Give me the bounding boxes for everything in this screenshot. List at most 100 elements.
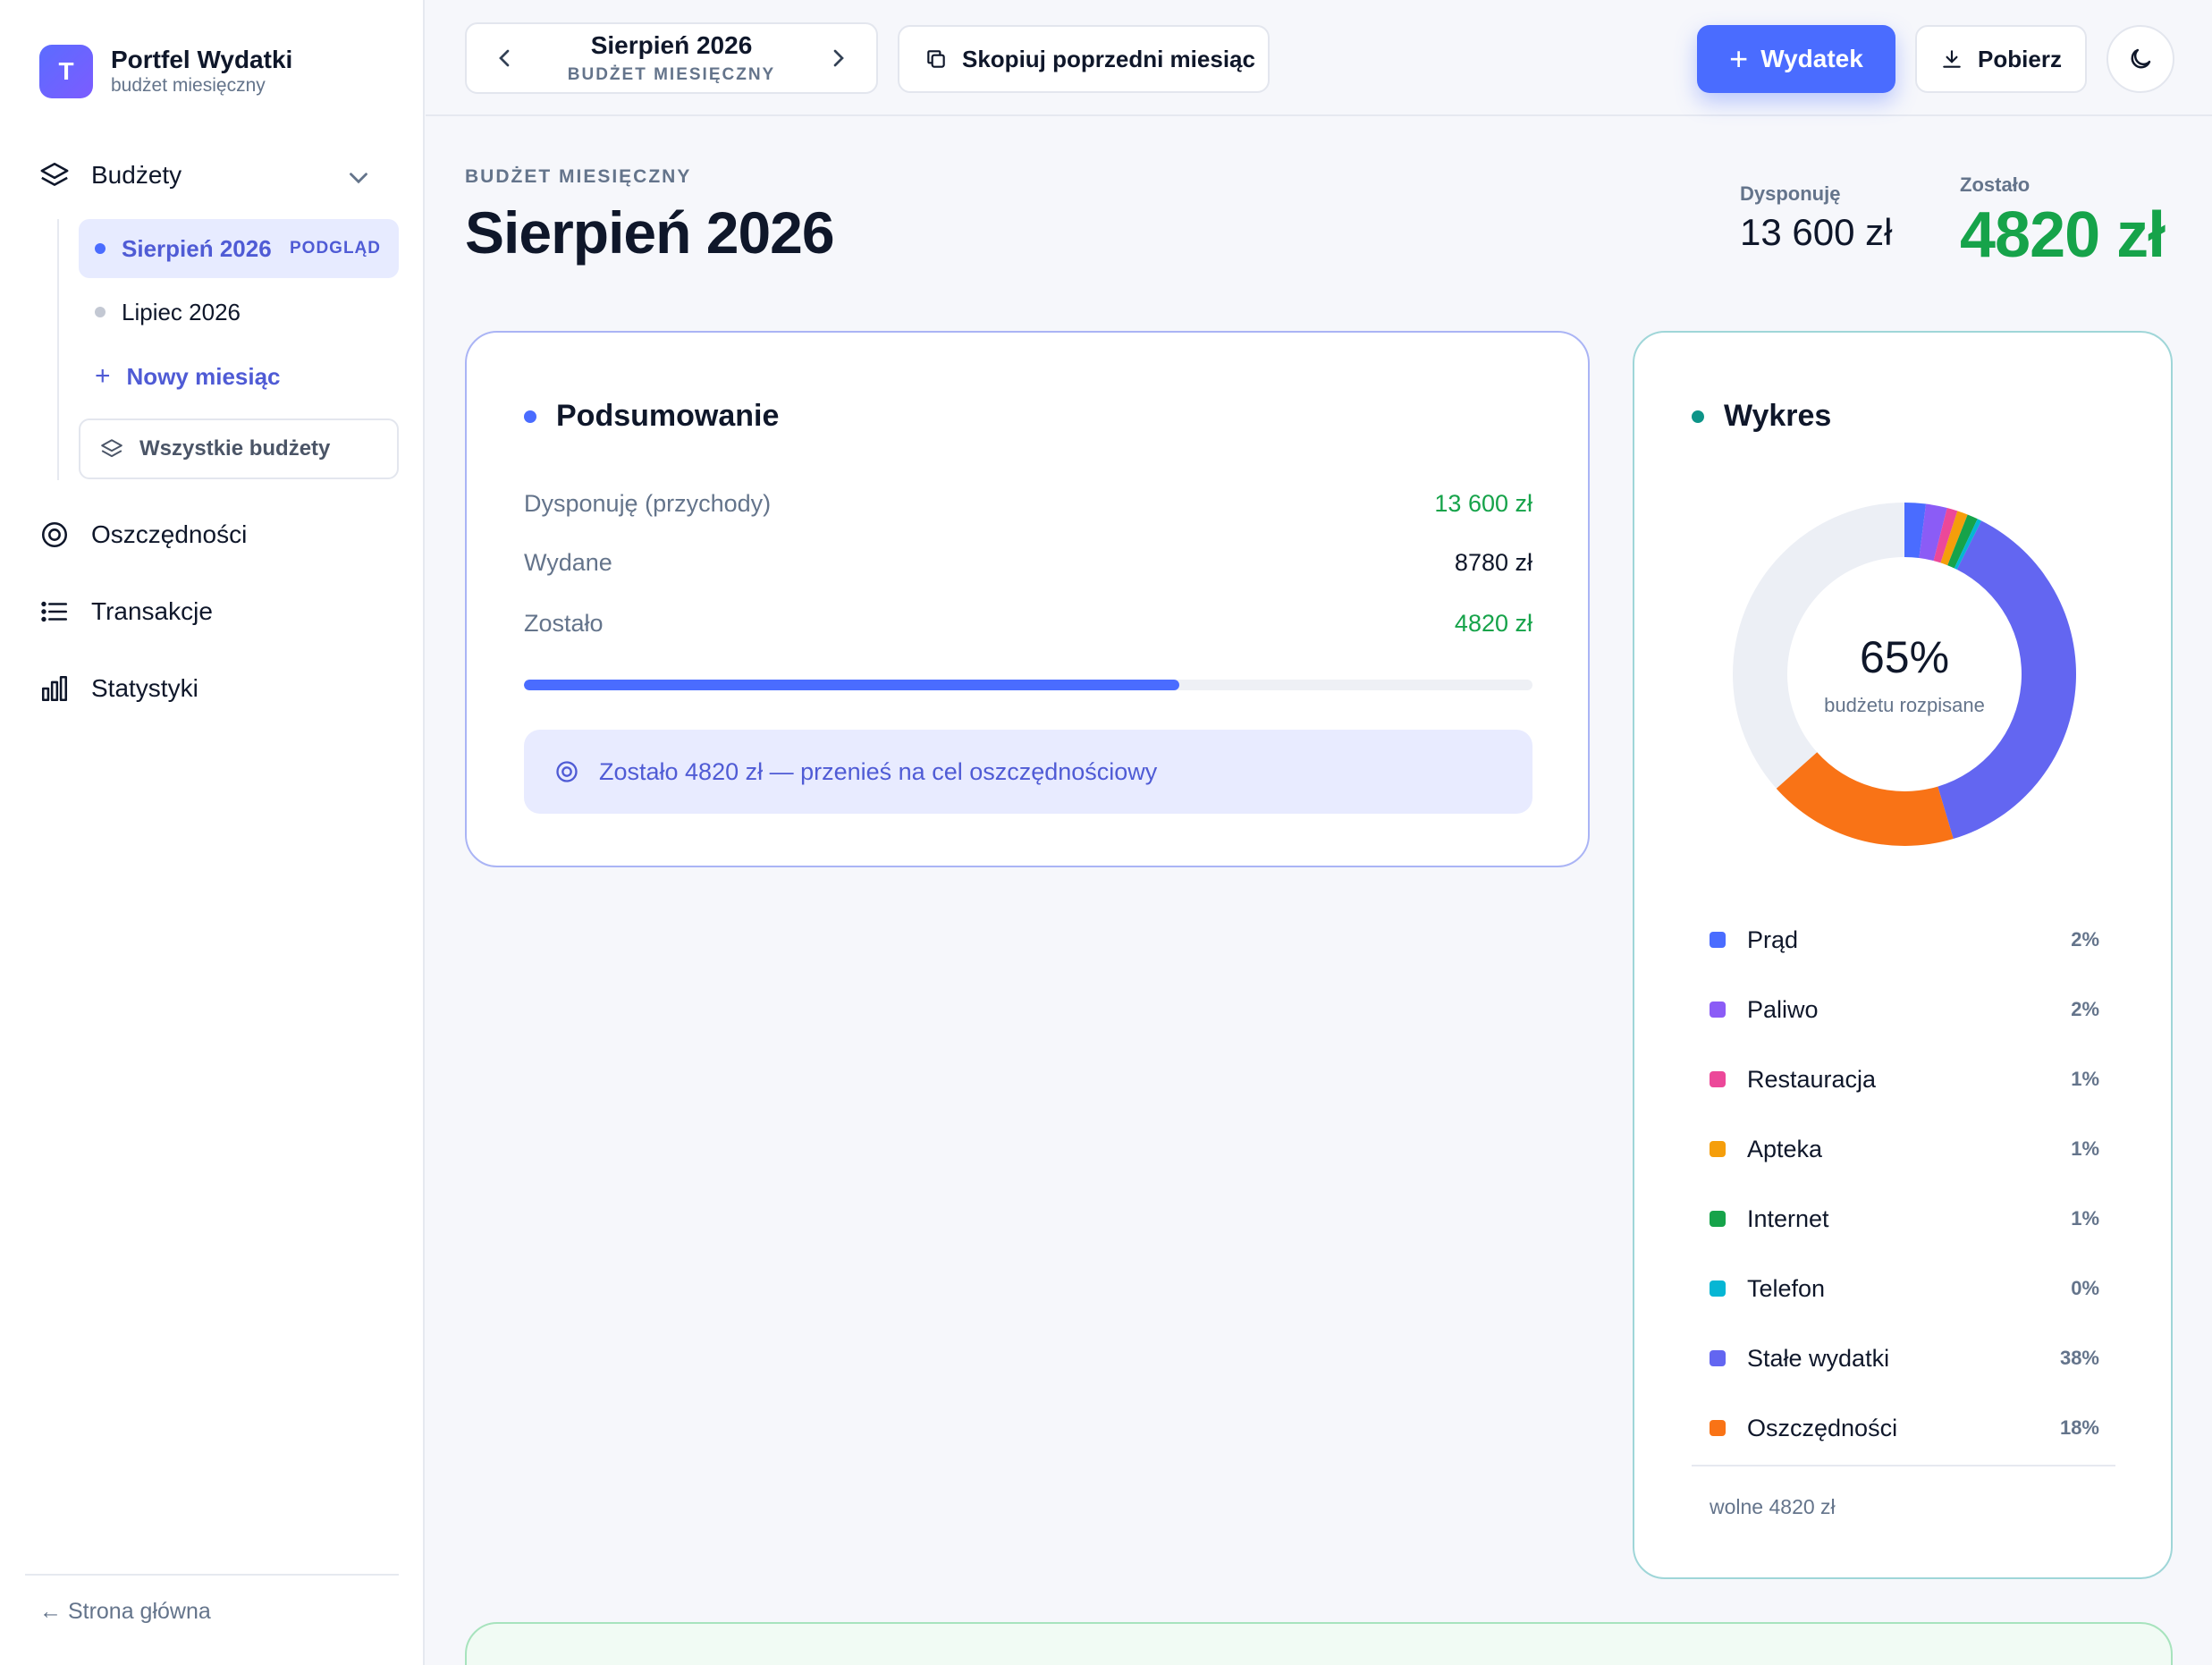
download-button[interactable]: Pobierz: [1915, 25, 2087, 93]
legend-item: Apteka 1%: [1710, 1114, 2099, 1184]
sidebar: T Portfel Wydatki budżet miesięczny Budż…: [0, 0, 425, 1665]
month-switcher: Sierpień 2026 BUDŻET MIESIĘCZNY: [465, 22, 878, 94]
sidebar-item-statistics[interactable]: Statystyki: [39, 662, 397, 715]
remaining-label: Zostało: [1960, 173, 2030, 196]
budget-progress-bar: [524, 680, 1532, 690]
sidebar-divider: [25, 1574, 399, 1576]
brand-text: Portfel Wydatki budżet miesięczny: [111, 46, 292, 97]
chart-title: Wykres: [1724, 399, 1832, 433]
sidebar-subitem-label: Sierpień 2026: [122, 234, 272, 262]
donut-percent: 65%: [1859, 632, 1950, 682]
download-label: Pobierz: [1978, 45, 2062, 72]
download-icon: [1943, 50, 1961, 68]
summary-row-income: Dysponuję (przychody) 13 600 zł: [524, 490, 1532, 518]
summary-row-spent: Wydane 8780 zł: [524, 549, 1532, 577]
legend-label: Prąd: [1747, 925, 1799, 953]
summary-card: Podsumowanie Dysponuję (przychody) 13 60…: [465, 331, 1590, 867]
available-value: 13 600 zł: [1740, 211, 1893, 253]
sidebar-item-label: Transakcje: [91, 597, 213, 625]
remaining-value: 4820 zł: [1960, 199, 2166, 271]
copy-previous-month-label: Skopiuj poprzedni miesiąc: [962, 45, 1255, 72]
progress-fill: [524, 680, 1180, 690]
savings-hint-text: Zostało 4820 zł — przenieś na cel oszczę…: [599, 757, 1158, 785]
inactive-dot: [95, 307, 106, 317]
chevron-down-icon[interactable]: [343, 163, 374, 193]
available-label: Dysponuję: [1740, 182, 1841, 205]
target-icon: [556, 761, 578, 782]
legend-swatch: [1710, 1420, 1726, 1436]
legend-label: Restauracja: [1747, 1065, 1877, 1093]
summary-row-value: 8780 zł: [1454, 549, 1532, 576]
chevron-right-icon[interactable]: [824, 44, 853, 72]
legend-item: Prąd 2%: [1710, 905, 2099, 975]
target-icon: [41, 521, 68, 548]
sidebar-item-label: Budżety: [91, 161, 182, 189]
legend-percent: 0%: [2071, 1277, 2099, 1299]
moon-icon: [2131, 48, 2151, 69]
donut-label: budżetu rozpisane: [1824, 694, 1985, 716]
new-month-button[interactable]: + Nowy miesiąc: [79, 347, 399, 406]
legend-percent: 1%: [2071, 1207, 2099, 1230]
summary-row-label: Dysponuję (przychody): [524, 490, 772, 517]
legend-percent: 38%: [2059, 1347, 2099, 1369]
legend-percent: 1%: [2071, 1137, 2099, 1160]
sidebar-item-label: Statystyki: [91, 674, 198, 702]
legend-item: Stałe wydatki 38%: [1710, 1323, 2099, 1393]
summary-row-remaining: Zostało 4820 zł: [524, 610, 1532, 638]
sidebar-subitem-label: Lipiec 2026: [122, 298, 241, 325]
copy-previous-month-button[interactable]: Skopiuj poprzedni miesiąc: [898, 25, 1270, 93]
brand-subtitle: budżet miesięczny: [111, 75, 266, 96]
sidebar-subitem-lipiec[interactable]: Lipiec 2026: [79, 283, 399, 342]
preview-badge: PODGLĄD: [290, 239, 381, 258]
home-link[interactable]: ← Strona główna: [39, 1599, 211, 1625]
legend-percent: 18%: [2059, 1416, 2099, 1439]
add-expense-button[interactable]: + Wydatek: [1697, 25, 1895, 93]
summary-row-value: 4820 zł: [1454, 610, 1532, 637]
all-budgets-button[interactable]: Wszystkie budżety: [79, 418, 399, 479]
donut-chart: 65% budżetu rozpisane: [1733, 503, 2076, 846]
legend-item: Telefon 0%: [1710, 1254, 2099, 1323]
legend-item: Internet 1%: [1710, 1184, 2099, 1254]
legend-swatch: [1710, 1071, 1726, 1087]
new-month-label: Nowy miesiąc: [126, 362, 281, 390]
brand-logo: T: [39, 45, 93, 98]
legend-percent: 2%: [2071, 928, 2099, 951]
month-title: Sierpień 2026: [590, 31, 753, 59]
free-amount-note: wolne 4820 zł: [1710, 1495, 1836, 1518]
donut-center: 65% budżetu rozpisane: [1733, 503, 2076, 846]
list-icon: [41, 601, 68, 622]
heading-dot: [524, 410, 536, 423]
sidebar-item-transactions[interactable]: Transakcje: [39, 585, 397, 638]
legend-label: Paliwo: [1747, 995, 1819, 1023]
sidebar-item-savings[interactable]: Oszczędności: [39, 508, 397, 562]
legend-swatch: [1710, 932, 1726, 948]
legend-label: Internet: [1747, 1204, 1829, 1232]
legend-label: Stałe wydatki: [1747, 1344, 1890, 1372]
legend-swatch: [1710, 1002, 1726, 1018]
sidebar-item-label: Oszczędności: [91, 520, 248, 548]
savings-hint-banner[interactable]: Zostało 4820 zł — przenieś na cel oszczę…: [524, 730, 1532, 814]
legend-percent: 1%: [2071, 1068, 2099, 1090]
plus-icon: +: [1729, 40, 1749, 77]
subtree-line: [57, 219, 59, 480]
sidebar-subitem-sierpien[interactable]: Sierpień 2026 PODGLĄD: [79, 219, 399, 278]
app-root: T Portfel Wydatki budżet miesięczny Budż…: [0, 0, 2212, 1665]
page-title: Sierpień 2026: [465, 199, 835, 266]
plus-icon: +: [95, 361, 111, 391]
summary-title: Podsumowanie: [556, 399, 780, 433]
sidebar-item-budgets[interactable]: Budżety: [39, 148, 397, 202]
month-subtitle: BUDŻET MIESIĘCZNY: [567, 65, 776, 84]
chart-legend: Prąd 2% Paliwo 2% Restauracja 1% Apteka 1% Inter…: [1710, 905, 2099, 1463]
legend-percent: 2%: [2071, 998, 2099, 1020]
summary-heading: Podsumowanie: [524, 399, 779, 434]
legend-item: Oszczędności 18%: [1710, 1393, 2099, 1463]
theme-toggle-button[interactable]: [2106, 25, 2174, 93]
topbar: Sierpień 2026 BUDŻET MIESIĘCZNY Skopiuj …: [426, 0, 2212, 116]
copy-icon: [927, 50, 945, 68]
active-dot: [95, 243, 106, 254]
legend-item: Paliwo 2%: [1710, 975, 2099, 1044]
bar-chart-icon: [41, 675, 68, 702]
chart-card: Wykres 65% budżetu rozpisane Prąd 2% Paliw…: [1633, 331, 2173, 1579]
legend-divider: [1692, 1465, 2115, 1466]
brand[interactable]: T Portfel Wydatki budżet miesięczny: [39, 45, 292, 98]
